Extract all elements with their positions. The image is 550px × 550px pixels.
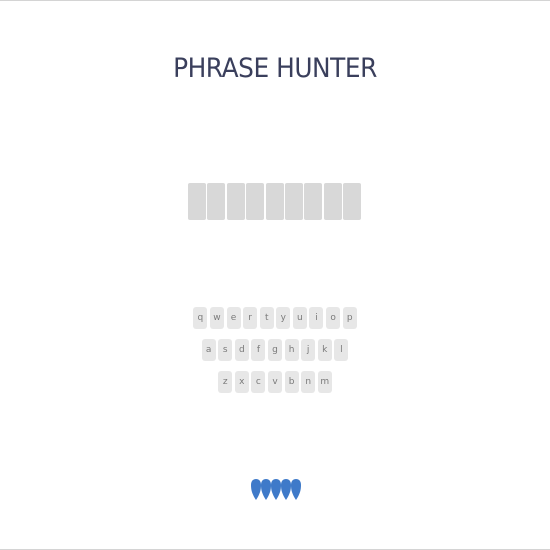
key-b[interactable]: b: [284, 371, 299, 393]
key-o[interactable]: o: [326, 307, 341, 329]
game-title: PHRASE HUNTER: [173, 53, 377, 84]
key-a[interactable]: a: [201, 339, 216, 361]
heart-icon: [291, 479, 301, 500]
key-j[interactable]: j: [301, 339, 316, 361]
heart-icon: [251, 479, 261, 500]
key-f[interactable]: f: [251, 339, 266, 361]
key-d[interactable]: d: [234, 339, 249, 361]
key-t[interactable]: t: [259, 307, 274, 329]
key-w[interactable]: w: [209, 307, 224, 329]
phrase-letter-tile: [284, 183, 303, 220]
heart-icon: [281, 479, 291, 500]
keyboard-row: zxcvbnm: [0, 371, 550, 393]
phrase-letter-tile: [304, 183, 323, 220]
key-y[interactable]: y: [276, 307, 291, 329]
key-x[interactable]: x: [234, 371, 249, 393]
key-z[interactable]: z: [218, 371, 233, 393]
key-h[interactable]: h: [284, 339, 299, 361]
keyboard-row: qwertyuiop: [0, 307, 550, 329]
key-c[interactable]: c: [251, 371, 266, 393]
phrase-letter-tile: [188, 183, 206, 220]
key-s[interactable]: s: [218, 339, 233, 361]
phrase-letter-tile: [246, 183, 265, 220]
phrase-letter-tile: [226, 183, 245, 220]
key-p[interactable]: p: [342, 307, 357, 329]
keyboard-row: asdfghjkl: [0, 339, 550, 361]
lives-scoreboard: [251, 479, 301, 500]
phrase-letter-tile: [207, 183, 226, 220]
key-m[interactable]: m: [317, 371, 332, 393]
key-u[interactable]: u: [292, 307, 307, 329]
key-q[interactable]: q: [193, 307, 208, 329]
game-screen: PHRASE HUNTER qwertyuiop asdfghjkl zxcvbnm: [0, 0, 550, 550]
key-g[interactable]: g: [268, 339, 282, 361]
key-e[interactable]: e: [226, 307, 241, 329]
key-i[interactable]: i: [309, 307, 324, 329]
key-r[interactable]: r: [243, 307, 258, 329]
phrase-letter-tile: [323, 183, 342, 220]
heart-icon: [271, 479, 281, 500]
phrase-board: [188, 183, 362, 220]
phrase-letter-tile: [343, 183, 362, 220]
phrase-letter-tile: [265, 183, 284, 220]
key-l[interactable]: l: [334, 339, 349, 361]
key-v[interactable]: v: [268, 371, 282, 393]
heart-icon: [261, 479, 271, 500]
onscreen-keyboard: qwertyuiop asdfghjkl zxcvbnm: [0, 307, 550, 403]
key-n[interactable]: n: [301, 371, 316, 393]
key-k[interactable]: k: [317, 339, 332, 361]
